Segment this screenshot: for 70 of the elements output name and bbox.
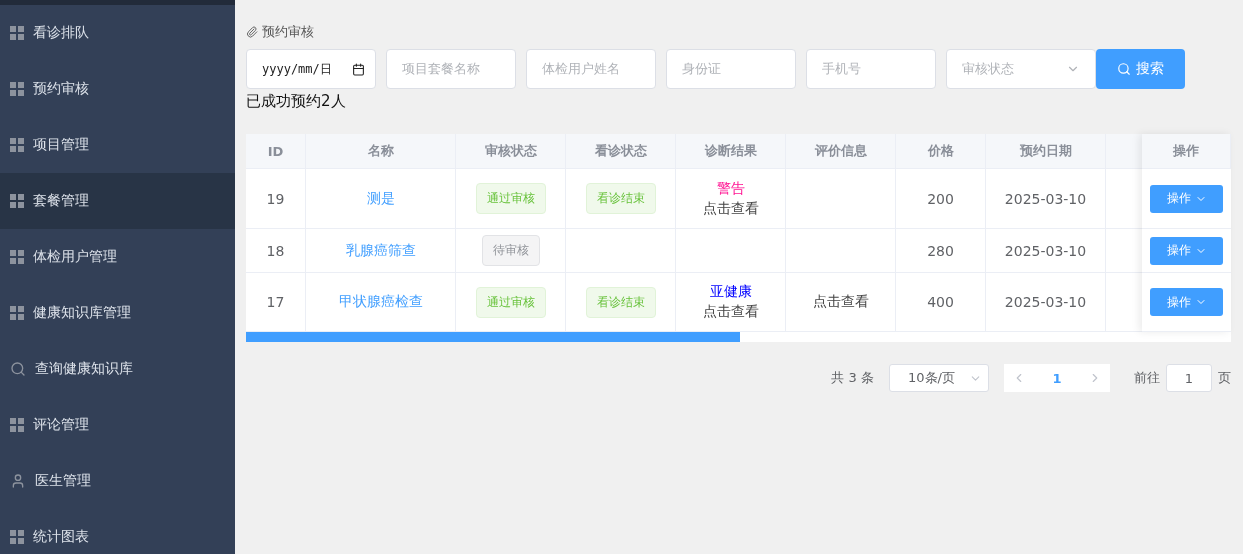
diagnosis-text: 警告	[716, 179, 745, 198]
sidebar-label: 查询健康知识库	[35, 360, 133, 378]
scrollbar-thumb[interactable]	[246, 332, 740, 342]
grid-icon	[10, 530, 24, 544]
sidebar-item[interactable]: 套餐管理	[0, 173, 235, 229]
column-header: 审核状态	[456, 134, 566, 169]
grid-icon	[10, 26, 24, 40]
breadcrumb: 预约审核	[262, 23, 314, 41]
total-count: 共 3 条	[831, 369, 874, 387]
sidebar-label: 体检用户管理	[33, 248, 117, 266]
sidebar-label: 看诊排队	[33, 24, 89, 42]
date-field[interactable]: yyyy/mm/日	[246, 49, 376, 89]
review-tag: 通过审核	[475, 183, 546, 214]
calendar-icon	[352, 62, 365, 76]
column-header: 操作	[1142, 134, 1231, 169]
visit-tag: 看诊结束	[585, 286, 656, 318]
message: 已成功预约2人	[246, 92, 347, 112]
sidebar-item[interactable]: 查询健康知识库	[0, 341, 235, 397]
sidebar-item[interactable]: 统计图表	[0, 509, 235, 554]
page-suffix: 页	[1218, 369, 1231, 387]
page-input[interactable]: 1	[1166, 364, 1212, 392]
sidebar-label: 健康知识库管理	[33, 304, 131, 322]
table-cell: 17	[266, 294, 285, 310]
visit-tag: 看诊结束	[585, 183, 656, 214]
table-cell: 19	[266, 190, 285, 207]
column-header: 诊断结果	[676, 134, 786, 169]
table-cell: 18	[266, 242, 285, 259]
view-link[interactable]: 点击查看	[702, 199, 759, 218]
column-header: 价格	[896, 134, 986, 169]
user-icon	[10, 473, 26, 489]
column-header: 预约日期	[986, 134, 1106, 169]
sidebar-item[interactable]: 医生管理	[0, 453, 235, 509]
grid-icon	[10, 194, 24, 208]
page-size-select[interactable]: 10条/页	[889, 364, 989, 392]
grid-icon	[10, 138, 24, 152]
review-tag: 通过审核	[475, 286, 546, 318]
sidebar-label: 预约审核	[33, 80, 89, 98]
diagnosis-text: 亚健康	[709, 283, 752, 301]
sidebar-item[interactable]: 评论管理	[0, 397, 235, 453]
sidebar-item[interactable]: 项目管理	[0, 117, 235, 173]
sidebar-label: 医生管理	[35, 472, 91, 490]
grid-icon	[10, 250, 24, 264]
paperclip-icon	[246, 26, 258, 38]
sidebar-item[interactable]: 体检用户管理	[0, 229, 235, 285]
sidebar-item[interactable]: 看诊排队	[0, 5, 235, 61]
sidebar-label: 评论管理	[33, 416, 89, 434]
search-icon	[1117, 62, 1131, 76]
table-cell: 2025-03-10	[1004, 294, 1087, 310]
review-tag: 待审核	[481, 235, 540, 266]
sidebar-label: 套餐管理	[33, 192, 89, 210]
column-header: 看诊状态	[566, 134, 676, 169]
sidebar-label: 统计图表	[33, 528, 89, 546]
column-header: 评价信息	[786, 134, 896, 169]
view-link[interactable]: 点击查看	[812, 293, 869, 311]
grid-icon	[10, 306, 24, 320]
goto-label: 前往	[1134, 369, 1160, 387]
sidebar-label: 项目管理	[33, 136, 89, 154]
grid-icon	[10, 418, 24, 432]
table-cell: 2025-03-10	[1004, 190, 1087, 207]
view-link[interactable]: 点击查看	[702, 303, 759, 321]
table-cell: 2025-03-10	[1004, 242, 1087, 259]
table-cell: 400	[927, 294, 954, 310]
table-cell: 200	[927, 190, 954, 207]
column-header: ID	[246, 134, 306, 169]
column-header: 名称	[306, 134, 456, 169]
sidebar-item[interactable]: 健康知识库管理	[0, 285, 235, 341]
grid-icon	[10, 82, 24, 96]
search-icon	[10, 361, 26, 377]
table-cell: 280	[927, 242, 954, 259]
sidebar-item[interactable]: 预约审核	[0, 61, 235, 117]
